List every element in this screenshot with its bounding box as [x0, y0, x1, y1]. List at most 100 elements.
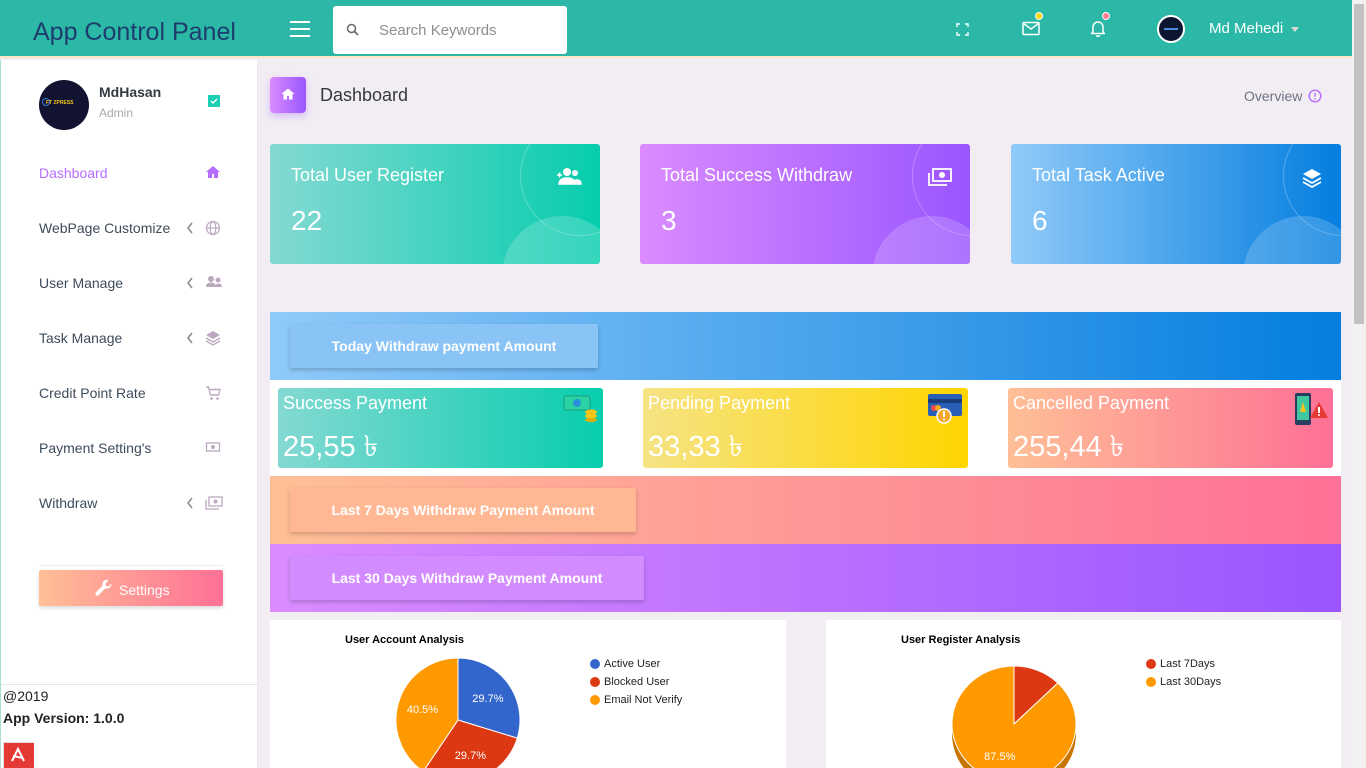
legend-item[interactable]: Email Not Verify — [590, 694, 682, 712]
chart-legend: Active User Blocked User Email Not Verif… — [590, 658, 682, 712]
sidebar-divider — [39, 565, 223, 566]
last30-withdraw-section: Last 30 Days Withdraw Payment Amount — [270, 544, 1341, 612]
app-title[interactable]: App Control Panel — [33, 18, 236, 47]
layers-icon — [1302, 169, 1322, 189]
money-icon — [928, 168, 952, 186]
last30-withdraw-button[interactable]: Last 30 Days Withdraw Payment Amount — [290, 556, 644, 600]
profile-avatar[interactable]: FT ZPRESS — [39, 80, 89, 130]
widget-icon[interactable] — [3, 742, 34, 768]
notification-badge — [1102, 12, 1110, 20]
footer-year: @2019 — [3, 688, 49, 704]
pie-label: 29.7% — [455, 750, 486, 762]
payment-title: Success Payment — [283, 393, 428, 413]
user-account-pie-chart[interactable]: 29.7% 29.7% 40.5% — [270, 620, 786, 768]
stat-value: 22 — [291, 205, 323, 236]
sidebar-item-label: Payment Setting's — [39, 440, 152, 456]
sidebar-item-label: Dashboard — [39, 165, 108, 181]
page-scrollbar[interactable] — [1352, 0, 1366, 768]
stat-value: 6 — [1032, 205, 1048, 236]
today-withdraw-section: Today Withdraw payment Amount — [270, 312, 1341, 380]
money-icon — [205, 496, 223, 510]
cash-icon — [205, 442, 221, 452]
payment-title: Pending Payment — [648, 393, 791, 413]
fullscreen-icon[interactable] — [956, 23, 969, 36]
search-input[interactable] — [379, 18, 559, 42]
bookmark-check-icon — [208, 95, 220, 107]
chevron-left-icon — [187, 222, 193, 234]
user-avatar[interactable] — [1157, 15, 1185, 43]
user-account-chart-card: User Account Analysis 29.7% 29.7% 40.5% Ac… — [270, 620, 786, 768]
success-payment-card[interactable]: Success Payment 25,55 ৳ — [278, 388, 603, 468]
sidebar-item-webpage-customize[interactable]: WebPage Customize — [1, 208, 257, 248]
layers-icon — [205, 331, 221, 346]
settings-label: Settings — [119, 582, 170, 598]
top-navbar: App Control Panel Md Mehedi — [0, 0, 1352, 58]
today-withdraw-button[interactable]: Today Withdraw payment Amount — [290, 324, 598, 368]
chevron-left-icon — [187, 332, 193, 344]
page-title: Dashboard — [320, 85, 409, 105]
stat-title: Total Success Withdraw — [661, 165, 853, 185]
payment-value: 25,55 ৳ — [283, 431, 379, 463]
search-box — [333, 6, 567, 54]
sidebar-item-payment-settings[interactable]: Payment Setting's — [1, 428, 257, 468]
sidebar-item-task-manage[interactable]: Task Manage — [1, 318, 257, 358]
wrench-icon — [95, 579, 112, 596]
mail-badge — [1035, 12, 1043, 20]
legend-item[interactable]: Blocked User — [590, 676, 682, 694]
last7-withdraw-button[interactable]: Last 7 Days Withdraw Payment Amount — [290, 488, 636, 532]
scrollbar-thumb[interactable] — [1354, 4, 1364, 324]
user-name[interactable]: Md Mehedi — [1209, 20, 1283, 37]
user-plus-icon — [557, 168, 582, 185]
credit-card-warning-icon — [928, 394, 962, 424]
pie-label: 40.5% — [407, 704, 438, 716]
sidebar-item-label: Withdraw — [39, 495, 98, 511]
footer-divider — [1, 684, 258, 685]
app-version: App Version: 1.0.0 — [3, 710, 125, 726]
mail-icon[interactable] — [1022, 21, 1040, 36]
pie-label: 87.5% — [984, 751, 1015, 763]
sidebar-item-label: User Manage — [39, 275, 124, 291]
sidebar-item-label: Task Manage — [39, 330, 123, 346]
search-icon — [346, 23, 359, 36]
stat-card-users[interactable]: Total User Register 22 — [270, 144, 600, 264]
legend-item[interactable]: Last 30Days — [1146, 676, 1221, 694]
home-icon — [206, 166, 220, 178]
menu-toggle-icon[interactable] — [290, 21, 310, 37]
user-register-pie-chart[interactable]: 87.5% — [826, 620, 1341, 768]
stat-title: Total Task Active — [1032, 165, 1165, 185]
payment-summary-row: Success Payment 25,55 ৳ Pending Payment … — [270, 380, 1341, 476]
alert-circle-icon[interactable] — [1308, 89, 1322, 103]
chevron-left-icon — [187, 277, 193, 289]
chevron-down-icon[interactable] — [1291, 27, 1299, 32]
stat-title: Total User Register — [291, 165, 445, 185]
page-header-badge — [270, 77, 306, 113]
pending-payment-card[interactable]: Pending Payment 33,33 ৳ — [643, 388, 968, 468]
sidebar-item-dashboard[interactable]: Dashboard — [1, 153, 257, 193]
sidebar-item-withdraw[interactable]: Withdraw — [1, 483, 257, 523]
sidebar-item-label: Credit Point Rate — [39, 385, 146, 401]
profile-role: Admin — [99, 106, 134, 120]
legend-item[interactable]: Active User — [590, 658, 682, 676]
sidebar-item-label: WebPage Customize — [39, 220, 171, 236]
chevron-left-icon — [187, 497, 193, 509]
bell-icon[interactable] — [1091, 19, 1105, 37]
user-register-chart-card: User Register Analysis 87.5% Last 7Days … — [826, 620, 1341, 768]
sidebar-item-credit-point-rate[interactable]: Credit Point Rate — [1, 373, 257, 413]
overview-link[interactable]: Overview — [1244, 88, 1302, 104]
cash-coins-icon — [563, 395, 597, 422]
sidebar-item-user-manage[interactable]: User Manage — [1, 263, 257, 303]
pie-label: 29.7% — [472, 693, 503, 705]
payment-title: Cancelled Payment — [1013, 393, 1170, 413]
stat-value: 3 — [661, 205, 677, 236]
profile-name[interactable]: MdHasan — [99, 84, 161, 100]
cancelled-payment-card[interactable]: Cancelled Payment 255,44 ৳ — [1008, 388, 1333, 468]
home-icon — [281, 88, 295, 100]
settings-button[interactable]: Settings — [39, 570, 223, 606]
stat-card-withdraw[interactable]: Total Success Withdraw 3 — [640, 144, 970, 264]
sidebar: FT ZPRESS MdHasan Admin Dashboard WebPag… — [0, 60, 258, 768]
payment-value: 255,44 ৳ — [1013, 431, 1125, 463]
stat-card-tasks[interactable]: Total Task Active 6 — [1011, 144, 1341, 264]
chart-legend: Last 7Days Last 30Days — [1146, 658, 1221, 694]
globe-icon — [205, 220, 221, 236]
legend-item[interactable]: Last 7Days — [1146, 658, 1221, 676]
